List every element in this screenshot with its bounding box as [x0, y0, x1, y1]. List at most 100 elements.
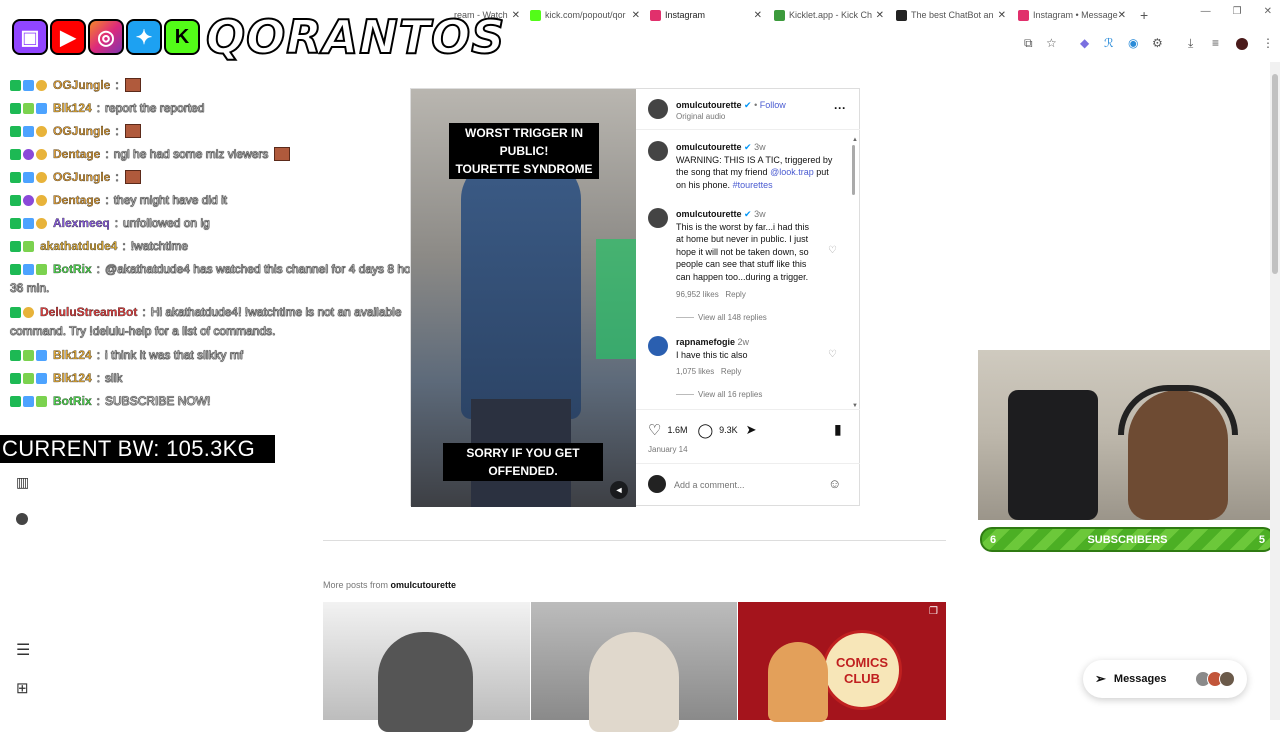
post-video[interactable]: WORST TRIGGER IN PUBLIC! TOURETTE SYNDRO… — [411, 89, 636, 507]
scroll-up-icon[interactable]: ▲ — [852, 137, 858, 143]
apps-grid-icon[interactable]: ⊞ — [16, 679, 29, 697]
view-replies-button[interactable]: View all 16 replies — [676, 390, 762, 399]
chat-message: OGJungle: — [10, 124, 141, 138]
like-comment-icon[interactable]: ♡ — [828, 245, 837, 256]
more-posts-user-link[interactable]: omulcutourette — [391, 580, 457, 590]
tab-kick-popout[interactable]: kick.com/popout/qor ✕ — [524, 4, 644, 26]
close-icon[interactable]: ✕ — [876, 10, 884, 21]
subs-current: 6 — [990, 533, 997, 546]
chat-emote-icon — [274, 147, 291, 161]
maximize-icon[interactable]: ❐ — [1233, 6, 1242, 17]
close-icon[interactable]: ✕ — [1118, 10, 1126, 21]
browser-menu-icon[interactable]: ⋮ — [1262, 36, 1274, 50]
share-send-icon[interactable]: ➤ — [746, 422, 757, 438]
close-icon[interactable]: ✕ — [998, 10, 1006, 21]
author-name[interactable]: omulcutourette — [676, 100, 742, 110]
chat-message: Dentage: they might have did it — [10, 193, 227, 207]
chat-emote-icon — [124, 124, 141, 138]
translate-extension-icon[interactable]: ℛ — [1104, 36, 1114, 50]
chat-badge-icon — [23, 79, 34, 91]
chat-badge-icon — [36, 125, 47, 137]
comment-likes[interactable]: 96,952 likes — [676, 290, 719, 299]
profile-avatar[interactable] — [1236, 38, 1248, 50]
more-options-icon[interactable]: ··· — [834, 101, 846, 115]
page-scrollbar-thumb[interactable] — [1272, 74, 1278, 274]
post-thumbnail[interactable] — [323, 602, 530, 732]
view-replies-button[interactable]: View all 148 replies — [676, 313, 767, 322]
chat-separator: : — [96, 262, 101, 277]
comment-icon[interactable]: ◯ — [697, 422, 713, 439]
chat-text: SUBSCRIBE NOW! — [105, 394, 211, 409]
hamburger-menu-icon[interactable]: ☰ — [16, 640, 30, 660]
tab-kicklet[interactable]: Kicklet.app - Kick Ch ✕ — [768, 4, 888, 26]
install-app-icon[interactable]: ⧉ — [1024, 36, 1033, 51]
view-replies-label: View all 148 replies — [698, 313, 767, 322]
chat-badge-icon — [10, 217, 21, 229]
close-icon[interactable]: ✕ — [512, 10, 520, 21]
chat-text: report the reported — [105, 101, 205, 116]
tab-instagram-active[interactable]: Instagram ✕ — [644, 4, 766, 26]
chat-badge-icon — [36, 194, 47, 206]
comment-avatar[interactable] — [648, 336, 668, 356]
comment-line: at home but never in public. I just — [676, 234, 809, 244]
chat-separator: : — [122, 239, 126, 254]
minimize-icon[interactable]: — — [1201, 6, 1211, 17]
comment-author[interactable]: rapnamefogie — [676, 337, 735, 347]
save-bookmark-icon[interactable]: ▮ — [834, 421, 842, 438]
audio-extension-icon[interactable]: ◉ — [1128, 36, 1138, 50]
chat-message: BotRix: @akathatdude4 has watched this ch… — [10, 262, 428, 277]
reply-button[interactable]: Reply — [721, 367, 741, 376]
verified-badge-icon: ✔ — [744, 100, 752, 110]
chat-separator: : — [96, 348, 101, 363]
post-thumbnail[interactable]: COMICS CLUB ❐ — [738, 602, 946, 722]
author-avatar[interactable] — [648, 99, 668, 119]
chat-separator: : — [115, 124, 119, 139]
post-thumbnail[interactable] — [531, 602, 737, 732]
tab-chatbot[interactable]: The best ChatBot an ✕ — [890, 4, 1010, 26]
page-scrollbar[interactable] — [1270, 62, 1280, 720]
new-tab-button[interactable]: + — [1134, 4, 1154, 26]
follow-button[interactable]: Follow — [760, 100, 786, 110]
user-avatar-icon[interactable] — [16, 513, 28, 525]
like-heart-icon[interactable]: ♡ — [648, 421, 661, 439]
tab-label: The best ChatBot an — [911, 10, 994, 20]
comments-scrollbar[interactable]: ▲ ▼ — [852, 137, 858, 409]
like-comment-icon[interactable]: ♡ — [828, 349, 837, 360]
chat-username: OGJungle — [53, 170, 111, 184]
divider — [636, 409, 860, 410]
extensions-puzzle-icon[interactable]: ⚙ — [1152, 36, 1163, 50]
section-divider — [323, 540, 946, 541]
stats-icon[interactable]: ▥ — [16, 474, 29, 491]
divider — [636, 129, 860, 130]
caption-avatar[interactable] — [648, 141, 668, 161]
mention-link[interactable]: @look.trap — [770, 167, 814, 177]
comics-club-logo: COMICS CLUB — [822, 630, 902, 710]
instagram-favicon-icon — [650, 9, 661, 21]
caption-author[interactable]: omulcutourette — [676, 142, 742, 152]
chat-emote-icon — [124, 78, 141, 92]
chat-badge-icon — [23, 102, 34, 114]
close-icon[interactable]: ✕ — [754, 10, 762, 21]
replies-line — [676, 394, 694, 396]
subs-goal: 5 — [1258, 533, 1265, 546]
original-audio-link[interactable]: Original audio — [676, 112, 725, 121]
close-window-icon[interactable]: ✕ — [1264, 6, 1272, 17]
download-icon[interactable]: ⤓ — [1188, 36, 1193, 51]
webcam-gaming-chair — [1008, 390, 1098, 520]
comment-likes[interactable]: 1,075 likes — [676, 367, 714, 376]
reply-button[interactable]: Reply — [725, 290, 745, 299]
media-controls-icon[interactable]: ≡ — [1212, 36, 1219, 50]
comment-avatar[interactable] — [648, 208, 668, 228]
close-icon[interactable]: ✕ — [632, 10, 640, 21]
hashtag-link[interactable]: #tourettes — [733, 180, 773, 190]
scrollbar-thumb[interactable] — [852, 145, 855, 195]
tab-instagram-messages[interactable]: Instagram • Message ✕ — [1012, 4, 1130, 26]
messages-button[interactable]: ➢ Messages — [1083, 660, 1247, 698]
extension-icon[interactable]: ◆ — [1080, 36, 1089, 50]
add-comment-input[interactable] — [674, 477, 814, 493]
bookmark-star-icon[interactable]: ☆ — [1046, 36, 1057, 50]
emoji-icon[interactable]: ☺ — [828, 476, 841, 491]
mute-icon[interactable]: ◄ — [610, 481, 628, 499]
comment-author[interactable]: omulcutourette — [676, 209, 742, 219]
likes-count[interactable]: 1.6M — [667, 425, 687, 435]
